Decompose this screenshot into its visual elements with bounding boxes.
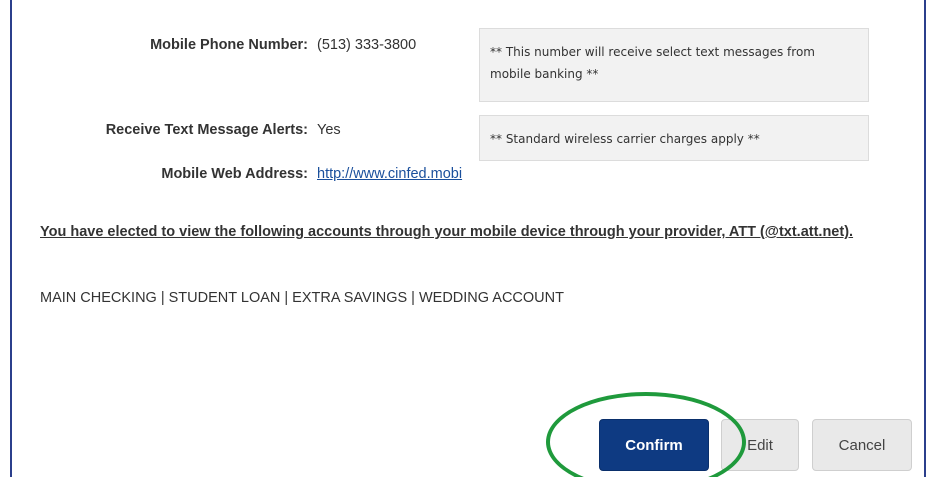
accounts-list: MAIN CHECKING | STUDENT LOAN | EXTRA SAV… bbox=[40, 290, 564, 306]
mobile-phone-value: (513) 333-3800 bbox=[317, 37, 417, 53]
text-alerts-note: ** Standard wireless carrier charges app… bbox=[479, 115, 869, 161]
confirm-button[interactable]: Confirm bbox=[599, 419, 709, 471]
elected-accounts-message: You have elected to view the following a… bbox=[40, 224, 854, 240]
mobile-phone-note: ** This number will receive select text … bbox=[479, 28, 869, 102]
cancel-button[interactable]: Cancel bbox=[812, 419, 912, 471]
text-alerts-value: Yes bbox=[317, 122, 341, 138]
mobile-web-link[interactable]: http://www.cinfed.mobi bbox=[317, 166, 462, 182]
text-alerts-label: Receive Text Message Alerts: bbox=[105, 122, 308, 138]
frame-border-left bbox=[10, 0, 12, 477]
mobile-banking-confirmation: Mobile Phone Number: (513) 333-3800 ** T… bbox=[0, 0, 934, 477]
frame-border-right bbox=[924, 0, 926, 477]
edit-button[interactable]: Edit bbox=[721, 419, 799, 471]
mobile-web-label: Mobile Web Address: bbox=[161, 166, 308, 182]
mobile-phone-label: Mobile Phone Number: bbox=[150, 37, 308, 53]
